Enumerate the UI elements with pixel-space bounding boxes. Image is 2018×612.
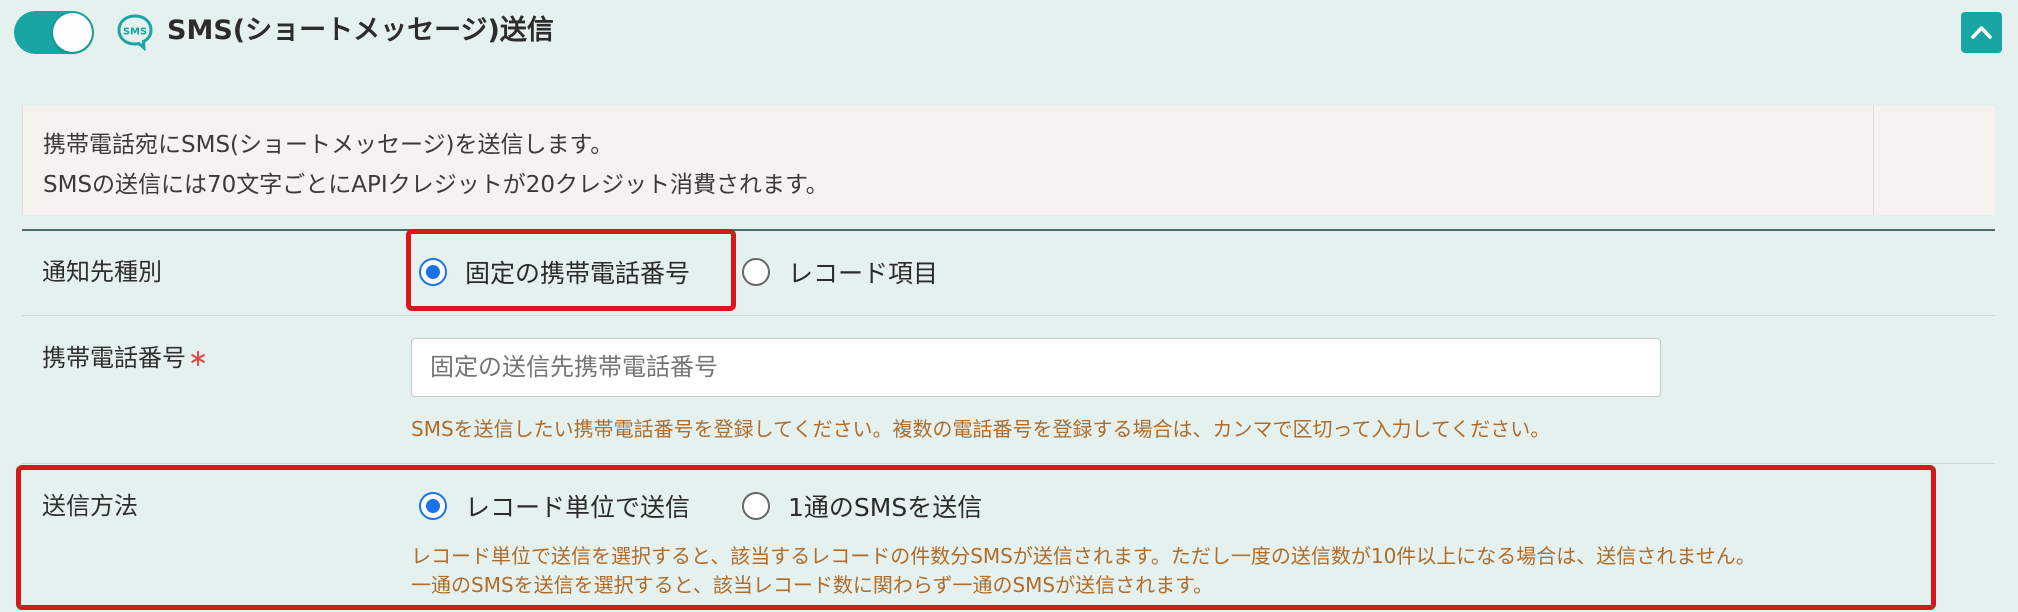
phone-number-input[interactable]	[411, 338, 1661, 397]
description-line-2: SMSの送信には70文字ごとにAPIクレジットが20クレジット消費されます。	[43, 172, 829, 198]
radio-record-field-label[interactable]: レコード項目	[788, 254, 938, 290]
chevron-up-icon	[1971, 26, 1992, 39]
collapse-button[interactable]	[1961, 12, 2002, 53]
row-divider	[22, 315, 1995, 316]
divider	[22, 229, 1995, 231]
sms-chat-bubble-icon: SMS	[117, 14, 153, 51]
svg-text:SMS: SMS	[123, 27, 147, 38]
radio-record-field-circle[interactable]	[742, 258, 770, 286]
row-divider	[22, 463, 1995, 464]
phone-label-text: 携帯電話番号	[42, 344, 186, 372]
highlight-box-send-method	[16, 465, 1936, 610]
description-line-1: 携帯電話宛にSMS(ショートメッセージ)を送信します。	[43, 132, 614, 158]
required-mark: ∗	[188, 344, 209, 372]
section-title: SMS(ショートメッセージ)送信	[167, 15, 554, 46]
highlight-box-notify-type	[406, 229, 736, 311]
description-separator	[1873, 106, 1874, 215]
toggle-knob[interactable]	[53, 13, 92, 52]
section-header: SMS SMS(ショートメッセージ)送信	[0, 0, 2018, 64]
phone-label: 携帯電話番号∗	[42, 338, 208, 373]
sms-enable-toggle[interactable]	[14, 11, 94, 54]
notify-type-label: 通知先種別	[42, 258, 162, 286]
description-box: 携帯電話宛にSMS(ショートメッセージ)を送信します。 SMSの送信には70文字…	[22, 106, 1995, 215]
radio-record-field[interactable]: レコード項目	[742, 254, 938, 290]
phone-help-text: SMSを送信したい携帯電話番号を登録してください。複数の電話番号を登録する場合は…	[411, 417, 1551, 441]
